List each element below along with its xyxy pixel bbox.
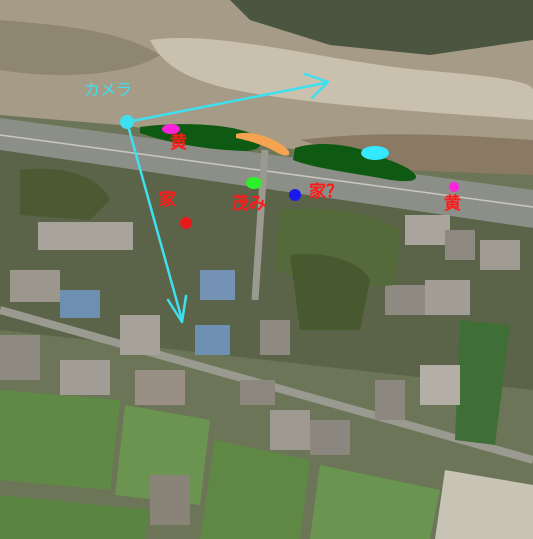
view-line-upper: [125, 81, 327, 124]
red-marker: [180, 217, 192, 229]
yellow-label-right: 黄: [444, 194, 461, 214]
house-question-label: 家？: [309, 182, 343, 202]
green-marker: [246, 177, 262, 189]
aerial-map: カメラ 黄 家 茂み 家？ 黄: [0, 0, 533, 539]
cyan-marker: [361, 146, 389, 160]
magenta-marker-right: [449, 182, 459, 192]
hedge-strip-right: [293, 144, 417, 182]
yellow-label-left: 黄: [170, 133, 187, 153]
camera-label: カメラ: [84, 80, 133, 99]
annotation-layer: [120, 72, 459, 324]
camera-position-icon: [120, 115, 134, 129]
bushes-label: 茂み: [232, 194, 266, 214]
house-label: 家: [159, 190, 176, 210]
blue-marker: [289, 189, 301, 201]
